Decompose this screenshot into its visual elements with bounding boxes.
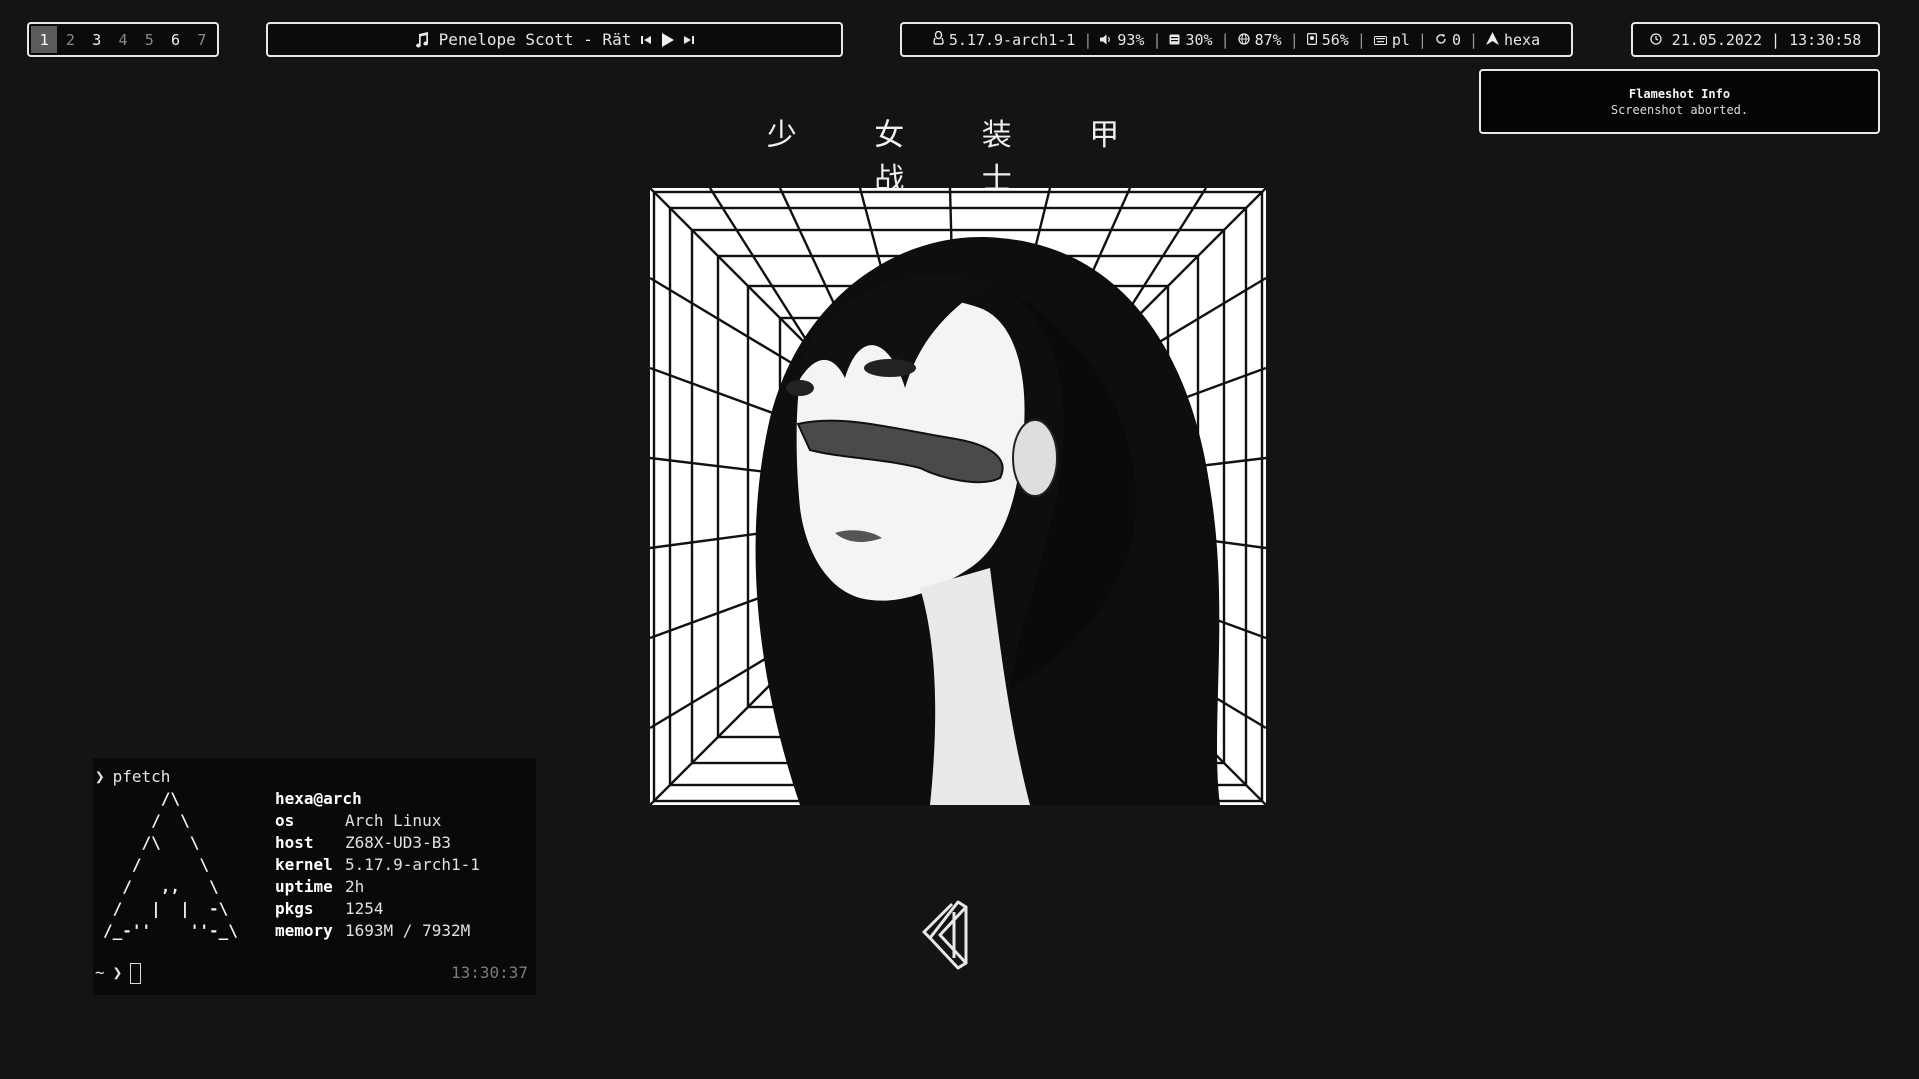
speaker-icon [1100, 31, 1112, 49]
refresh-icon [1435, 31, 1447, 49]
cpu-module[interactable]: 30% [1169, 30, 1213, 49]
network-module[interactable]: 87% [1237, 30, 1282, 49]
username: hexa [1504, 30, 1541, 49]
next-track-icon[interactable] [684, 35, 695, 45]
notification-title: Flameshot Info [1628, 86, 1731, 101]
workspace-6[interactable]: 6 [162, 26, 188, 53]
music-note-icon [415, 31, 429, 48]
wallpaper-artwork [650, 188, 1266, 805]
input-prompt[interactable]: ~ ❯ [95, 962, 142, 984]
separator: | [1083, 30, 1093, 49]
info-value: 5.17.9-arch1-1 [345, 855, 480, 874]
info-key: uptime [275, 877, 333, 896]
prompt-arrow: ❯ [95, 767, 105, 786]
disk-usage: 56% [1321, 30, 1349, 49]
disk-module[interactable]: 56% [1306, 30, 1349, 49]
workspace-5[interactable]: 5 [136, 26, 162, 53]
linux-tux-icon [933, 30, 944, 49]
info-value: 1254 [345, 899, 384, 918]
command-text: pfetch [112, 767, 171, 786]
prompt-arrow: ❯ [112, 963, 123, 982]
clock-icon [1650, 31, 1662, 49]
separator: | [1220, 30, 1230, 49]
clock-text: 21.05.2022 | 13:30:58 [1671, 30, 1862, 49]
cpu-usage: 30% [1185, 30, 1213, 49]
music-player: Penelope Scott - Rät [266, 22, 843, 57]
terminal-window[interactable]: ❯ pfetch /\ / \ /\ \ / \ / ,, \ / | | -\ … [93, 758, 536, 995]
keyboard-icon [1373, 31, 1387, 49]
info-value: 1693M / 7932M [345, 921, 471, 940]
info-key: pkgs [275, 899, 314, 918]
prompt-time: 13:30:37 [450, 963, 528, 982]
info-row-kernel: kernel 5.17.9-arch1-1 [275, 854, 480, 876]
keyboard-layout: pl [1391, 30, 1410, 49]
info-key: host [275, 833, 314, 852]
info-row-uptime: uptime 2h [275, 876, 480, 898]
separator: | [1152, 30, 1162, 49]
user-host: hexa@arch [275, 789, 362, 808]
hard-drive-icon [1306, 31, 1317, 49]
volume-module[interactable]: 93% [1100, 31, 1144, 49]
separator: | [1417, 30, 1427, 49]
info-value: Z68X-UD3-B3 [345, 833, 451, 852]
notification-body: Screenshot aborted. [1610, 102, 1749, 117]
separator: | [1468, 30, 1478, 49]
separator: | [1356, 30, 1366, 49]
arch-logo-icon [1486, 31, 1499, 49]
track-title: Penelope Scott - Rät [438, 30, 632, 49]
workspace-7[interactable]: 7 [189, 26, 215, 53]
notification-popup[interactable]: Flameshot Info Screenshot aborted. [1479, 69, 1880, 134]
play-icon[interactable] [661, 32, 675, 47]
command-line: ❯ pfetch [95, 766, 170, 788]
network-usage: 87% [1254, 30, 1282, 49]
workspace-1[interactable]: 1 [31, 26, 58, 53]
system-status: 5.17.9-arch1-1 | 93% | 30% | 87% | 56% |… [900, 22, 1573, 57]
info-row-pkgs: pkgs 1254 [275, 898, 480, 920]
prompt-directory: ~ [95, 963, 105, 982]
separator: | [1289, 30, 1299, 49]
info-key: kernel [275, 855, 333, 874]
info-key: os [275, 811, 295, 830]
workspace-switcher: 1 2 3 4 5 6 7 [27, 22, 219, 57]
info-key: memory [275, 921, 333, 940]
workspace-4[interactable]: 4 [110, 26, 136, 53]
workspace-3[interactable]: 3 [84, 26, 110, 53]
wallpaper-title: 少 女 装 甲 战 士 [766, 118, 1154, 197]
text-cursor[interactable] [130, 962, 142, 984]
cpu-icon [1169, 31, 1180, 49]
globe-icon [1237, 31, 1250, 49]
desktop-logo-icon [920, 898, 976, 972]
volume-level: 93% [1117, 30, 1145, 49]
info-row-memory: memory 1693M / 7932M [275, 920, 480, 942]
clock[interactable]: 21.05.2022 | 13:30:58 [1631, 22, 1880, 57]
pfetch-info: hexa@arch os Arch Linux host Z68X-UD3-B3 k… [275, 788, 480, 942]
workspace-2[interactable]: 2 [57, 26, 83, 53]
info-row-os: os Arch Linux [275, 810, 480, 832]
info-row-host: host Z68X-UD3-B3 [275, 832, 480, 854]
previous-track-icon[interactable] [641, 35, 652, 45]
keyboard-module[interactable]: pl [1373, 30, 1410, 49]
updates-module[interactable]: 0 [1435, 31, 1461, 49]
info-value: Arch Linux [345, 811, 442, 830]
info-value: 2h [345, 877, 365, 896]
kernel-module[interactable]: 5.17.9-arch1-1 [933, 30, 1076, 49]
updates-count: 0 [1451, 30, 1461, 49]
arch-ascii-logo: /\ / \ /\ \ / \ / ,, \ / | | -\ /_-'' ''… [103, 789, 238, 940]
kernel-version: 5.17.9-arch1-1 [948, 30, 1076, 49]
user-module[interactable]: hexa [1486, 31, 1540, 49]
